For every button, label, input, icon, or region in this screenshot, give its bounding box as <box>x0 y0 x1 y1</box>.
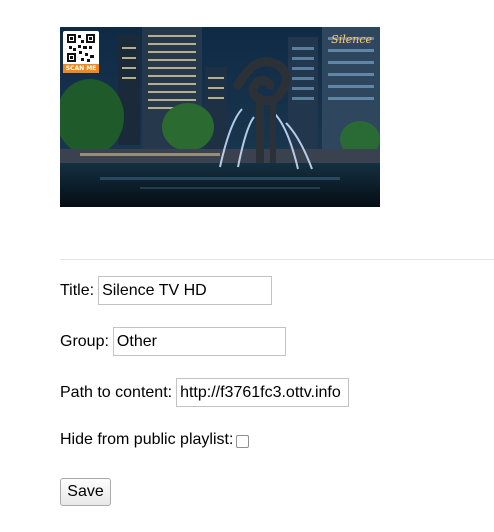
hide-row: Hide from public playlist: <box>60 430 250 450</box>
title-input[interactable] <box>98 276 273 305</box>
hide-from-playlist-checkbox[interactable] <box>236 435 250 448</box>
title-row: Title: <box>60 276 273 305</box>
group-label: Group: <box>60 332 109 350</box>
city-night-image <box>60 27 380 207</box>
channel-thumbnail: SCAN ME Silence <box>60 27 380 207</box>
qr-code-icon <box>66 33 96 63</box>
path-input[interactable] <box>176 378 350 407</box>
group-row: Group: <box>60 327 286 356</box>
qr-code-label: SCAN ME <box>63 64 99 73</box>
path-row: Path to content: <box>60 378 350 407</box>
group-input[interactable] <box>112 327 286 356</box>
section-divider <box>60 259 494 260</box>
title-label: Title: <box>60 281 95 299</box>
qr-code: SCAN ME <box>63 31 99 73</box>
channel-logo: Silence <box>331 33 372 46</box>
hide-from-playlist-label: Hide from public playlist: <box>60 431 234 448</box>
path-label: Path to content: <box>60 383 173 401</box>
save-button[interactable]: Save <box>60 478 111 506</box>
